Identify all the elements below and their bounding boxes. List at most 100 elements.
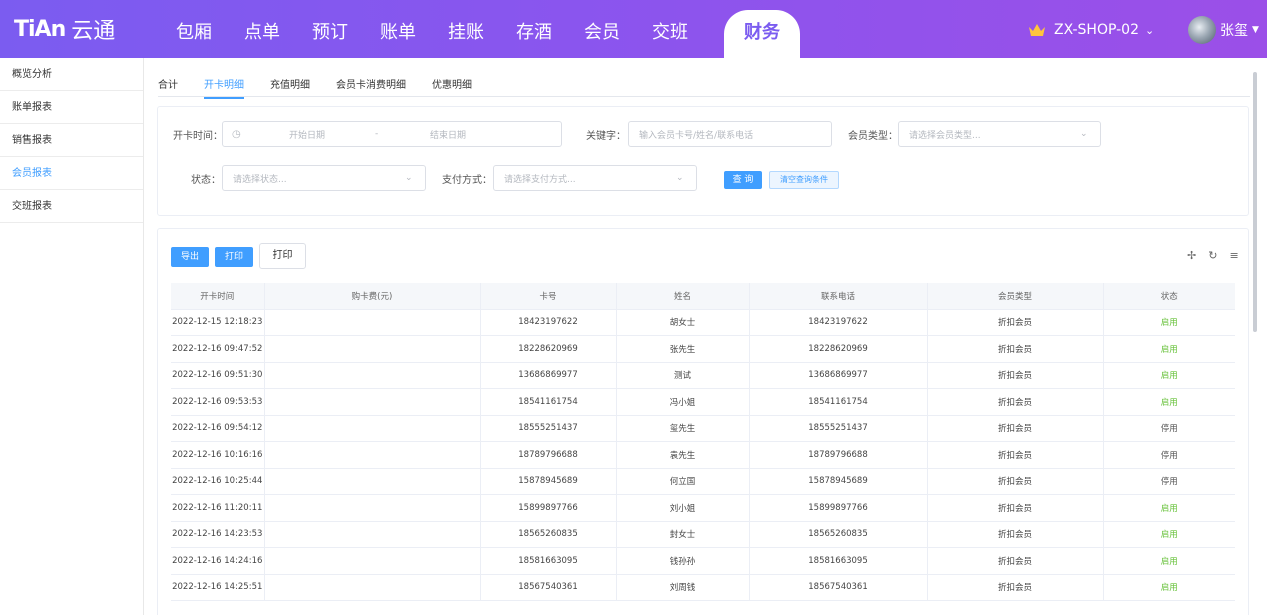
table-row[interactable]: 2022-12-16 09:53:53 18541161754 冯小姐 1854116… bbox=[171, 388, 1235, 416]
table-panel: 导出 打印 打印 ✢ ↻ ≡ 开卡时间 购卡费(元) 卡号 姓名 联系电话 会员… bbox=[157, 228, 1249, 615]
nav-item-wine-storage[interactable]: 存酒 bbox=[500, 0, 568, 58]
table-row[interactable]: 2022-12-16 09:54:12 18555251437 玺先生 1855525… bbox=[171, 415, 1235, 442]
sidebar-item-member-report[interactable]: 会员报表 bbox=[0, 157, 143, 190]
table-cell: 15878945689 bbox=[480, 468, 617, 495]
table-cell: 折扣会员 bbox=[927, 362, 1104, 389]
clock-icon: ◷ bbox=[232, 128, 241, 140]
table-cell: 18541161754 bbox=[749, 388, 928, 416]
user-menu[interactable]: 张玺 ▼ bbox=[1188, 16, 1259, 44]
status-label: 状态： bbox=[191, 175, 221, 186]
chevron-down-icon: ⌄ bbox=[1080, 129, 1088, 139]
table-cell: 18581663095 bbox=[480, 547, 617, 575]
keyword-input[interactable]: 输入会员卡号/姓名/联系电话 bbox=[628, 121, 832, 147]
table-cell: 18565260835 bbox=[749, 521, 928, 548]
table-cell: 2022-12-16 09:54:12 bbox=[171, 415, 265, 442]
settings-list-icon[interactable]: ≡ bbox=[1229, 249, 1238, 262]
table-cell bbox=[264, 335, 481, 363]
nav-item-members[interactable]: 会员 bbox=[568, 0, 636, 58]
col-card-no[interactable]: 卡号 bbox=[480, 283, 617, 310]
print-button[interactable]: 打印 bbox=[215, 247, 253, 267]
table-row[interactable]: 2022-12-16 14:23:53 18565260835 封女士 1856526… bbox=[171, 521, 1235, 548]
status-cell: 停用 bbox=[1103, 468, 1235, 495]
col-open-time[interactable]: 开卡时间 bbox=[171, 283, 265, 310]
move-icon[interactable]: ✢ bbox=[1187, 249, 1196, 262]
clear-filters-button[interactable]: 清空查询条件 bbox=[769, 171, 839, 189]
table-cell: 18567540361 bbox=[480, 574, 617, 601]
nav-item-credit[interactable]: 挂账 bbox=[432, 0, 500, 58]
shop-selector[interactable]: ZX-SHOP-02 ⌄ bbox=[1028, 22, 1154, 38]
table-cell: 折扣会员 bbox=[927, 521, 1104, 548]
sidebar-item-shift-report[interactable]: 交班报表 bbox=[0, 190, 143, 223]
col-card-fee[interactable]: 购卡费(元) bbox=[264, 283, 481, 310]
table-row[interactable]: 2022-12-16 14:24:16 18581663095 钱孙孙 1858166… bbox=[171, 547, 1235, 575]
table-cell: 2022-12-16 09:47:52 bbox=[171, 335, 265, 363]
nav-item-order[interactable]: 点单 bbox=[228, 0, 296, 58]
date-range-picker[interactable]: ◷ 开始日期 - 结束日期 bbox=[222, 121, 562, 147]
top-header: TiAn 云通 包厢 点单 预订 账单 挂账 存酒 会员 交班 财务 ZX-SH… bbox=[0, 0, 1267, 58]
table-cell: 袁先生 bbox=[616, 441, 750, 469]
table-cell bbox=[264, 468, 481, 495]
chevron-down-icon: ⌄ bbox=[1144, 23, 1155, 37]
query-button[interactable]: 查 询 bbox=[724, 171, 762, 189]
table-cell: 2022-12-15 12:18:23 bbox=[171, 309, 265, 336]
nav-item-shift[interactable]: 交班 bbox=[636, 0, 704, 58]
end-date-input[interactable]: 结束日期 bbox=[430, 128, 466, 141]
table-cell bbox=[264, 388, 481, 416]
table-cell: 2022-12-16 14:25:51 bbox=[171, 574, 265, 601]
table-cell: 18789796688 bbox=[480, 441, 617, 469]
table-cell: 18581663095 bbox=[749, 547, 928, 575]
export-button[interactable]: 导出 bbox=[171, 247, 209, 267]
table-row[interactable]: 2022-12-16 10:16:16 18789796688 袁先生 1878979… bbox=[171, 441, 1235, 469]
nav-item-finance[interactable]: 财务 bbox=[724, 0, 800, 58]
open-time-label: 开卡时间： bbox=[173, 131, 223, 142]
shop-name: ZX-SHOP-02 bbox=[1054, 22, 1139, 38]
main-content: 合计 开卡明细 充值明细 会员卡消费明细 优惠明细 开卡时间： ◷ 开始日期 -… bbox=[144, 58, 1267, 615]
sidebar-item-overview[interactable]: 概览分析 bbox=[0, 58, 143, 91]
table-row[interactable]: 2022-12-16 14:25:51 18567540361 刘周钱 1856754… bbox=[171, 574, 1235, 601]
table-cell: 何立国 bbox=[616, 468, 750, 495]
table-cell: 玺先生 bbox=[616, 415, 750, 442]
brand-logo[interactable]: TiAn 云通 bbox=[14, 14, 115, 45]
member-type-label: 会员类型： bbox=[848, 131, 898, 142]
table-row[interactable]: 2022-12-16 10:25:44 15878945689 何立国 1587894… bbox=[171, 468, 1235, 495]
member-type-select[interactable]: 请选择会员类型... ⌄ bbox=[898, 121, 1101, 147]
print-outline-button[interactable]: 打印 bbox=[259, 243, 306, 269]
table-cell: 2022-12-16 09:53:53 bbox=[171, 388, 265, 416]
crown-icon bbox=[1029, 24, 1045, 36]
col-phone[interactable]: 联系电话 bbox=[749, 283, 928, 310]
table-row[interactable]: 2022-12-15 12:18:23 18423197622 胡女士 1842319… bbox=[171, 309, 1235, 336]
table-cell: 折扣会员 bbox=[927, 441, 1104, 469]
table-cell bbox=[264, 362, 481, 389]
sidebar-item-sales-report[interactable]: 销售报表 bbox=[0, 124, 143, 157]
table-row[interactable]: 2022-12-16 11:20:11 15899897766 刘小姐 1589989… bbox=[171, 494, 1235, 522]
table-row[interactable]: 2022-12-16 09:47:52 18228620969 张先生 1822862… bbox=[171, 335, 1235, 363]
nav-item-booking[interactable]: 预订 bbox=[296, 0, 364, 58]
table-cell: 2022-12-16 14:24:16 bbox=[171, 547, 265, 575]
table-cell: 18567540361 bbox=[749, 574, 928, 601]
table-row[interactable]: 2022-12-16 09:51:30 13686869977 测试 13686869… bbox=[171, 362, 1235, 389]
page-scrollbar[interactable] bbox=[1253, 72, 1257, 332]
pay-method-select[interactable]: 请选择支付方式... ⌄ bbox=[493, 165, 697, 191]
pay-method-label: 支付方式： bbox=[442, 175, 492, 186]
nav-item-rooms[interactable]: 包厢 bbox=[160, 0, 228, 58]
status-select[interactable]: 请选择状态... ⌄ bbox=[222, 165, 426, 191]
table-cell bbox=[264, 521, 481, 548]
status-cell: 启用 bbox=[1103, 388, 1235, 416]
col-name[interactable]: 姓名 bbox=[616, 283, 750, 310]
table-cell bbox=[264, 441, 481, 469]
table-cell: 18555251437 bbox=[749, 415, 928, 442]
table-cell: 18228620969 bbox=[480, 335, 617, 363]
filter-panel: 开卡时间： ◷ 开始日期 - 结束日期 关键字： 输入会员卡号/姓名/联系电话 … bbox=[157, 106, 1249, 216]
sidebar-item-bill-report[interactable]: 账单报表 bbox=[0, 91, 143, 124]
refresh-icon[interactable]: ↻ bbox=[1208, 249, 1217, 262]
table-cell: 刘小姐 bbox=[616, 494, 750, 522]
table-cell: 13686869977 bbox=[749, 362, 928, 389]
table-cell: 15899897766 bbox=[749, 494, 928, 522]
table-cell: 2022-12-16 11:20:11 bbox=[171, 494, 265, 522]
table-cell: 折扣会员 bbox=[927, 494, 1104, 522]
nav-item-bills[interactable]: 账单 bbox=[364, 0, 432, 58]
col-status[interactable]: 状态 bbox=[1103, 283, 1235, 310]
status-cell: 启用 bbox=[1103, 547, 1235, 575]
start-date-input[interactable]: 开始日期 bbox=[289, 128, 325, 141]
col-member-type[interactable]: 会员类型 bbox=[927, 283, 1104, 310]
